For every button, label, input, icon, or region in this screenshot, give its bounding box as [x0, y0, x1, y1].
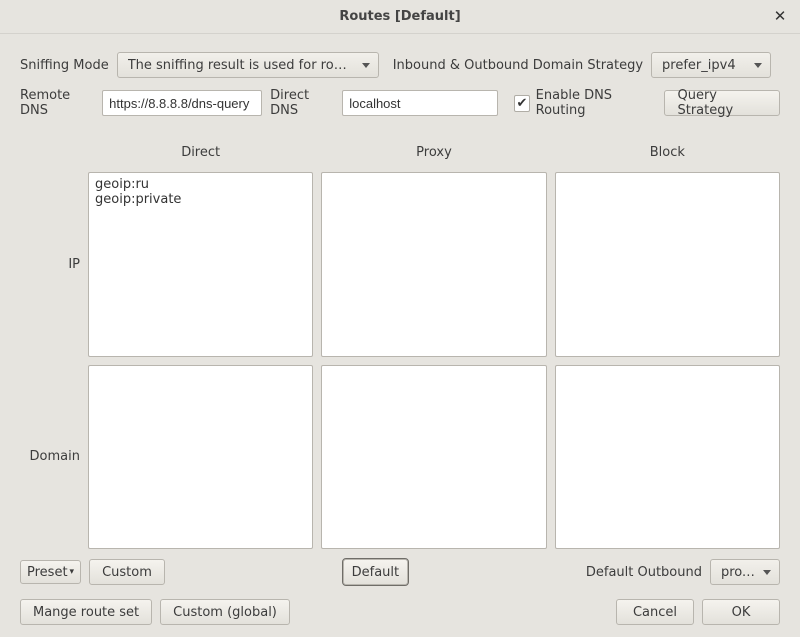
ok-button[interactable]: OK [702, 599, 780, 625]
ip-direct-textarea[interactable] [88, 172, 313, 357]
domain-block-textarea[interactable] [555, 365, 780, 550]
custom-button[interactable]: Custom [89, 559, 165, 585]
dialog-body: Sniffing Mode The sniffing result is use… [0, 34, 800, 637]
chevron-down-icon: ▾ [70, 567, 75, 577]
preset-label: Preset [27, 565, 68, 580]
manage-route-set-button[interactable]: Mange route set [20, 599, 152, 625]
window-title: Routes [Default] [339, 9, 460, 24]
column-header-direct: Direct [88, 145, 313, 160]
cancel-button[interactable]: Cancel [616, 599, 694, 625]
preset-button[interactable]: Preset▾ [20, 560, 81, 584]
chevron-down-icon [362, 63, 370, 68]
domain-strategy-value: prefer_ipv4 [662, 58, 736, 73]
enable-dns-routing-checkbox[interactable]: ✔ Enable DNS Routing [514, 88, 652, 118]
check-icon: ✔ [514, 95, 529, 112]
direct-dns-input[interactable] [342, 90, 498, 116]
sniffing-mode-select[interactable]: The sniffing result is used for routing [117, 52, 379, 78]
domain-strategy-select[interactable]: prefer_ipv4 [651, 52, 771, 78]
column-header-proxy: Proxy [321, 145, 546, 160]
row-header-ip: IP [68, 257, 80, 272]
custom-global-button[interactable]: Custom (global) [160, 599, 290, 625]
remote-dns-label: Remote DNS [20, 88, 94, 118]
row-dns: Remote DNS Direct DNS ✔ Enable DNS Routi… [20, 88, 780, 118]
row-actions: Mange route set Custom (global) Cancel O… [20, 599, 780, 625]
rules-grid: Direct Proxy Block IP Domain [20, 140, 780, 549]
row-sniffing: Sniffing Mode The sniffing result is use… [20, 52, 780, 78]
ip-block-textarea[interactable] [555, 172, 780, 357]
sniffing-mode-label: Sniffing Mode [20, 58, 109, 73]
domain-direct-textarea[interactable] [88, 365, 313, 550]
manage-route-set-label: Mange route set [33, 605, 139, 620]
route-settings-window: Routes [Default] ✕ Sniffing Mode The sni… [0, 0, 800, 637]
titlebar: Routes [Default] ✕ [0, 0, 800, 34]
default-label: Default [352, 565, 400, 580]
custom-global-label: Custom (global) [173, 605, 277, 620]
column-header-block: Block [555, 145, 780, 160]
ok-label: OK [732, 605, 751, 620]
default-outbound-select[interactable]: proxy [710, 559, 780, 585]
direct-dns-label: Direct DNS [270, 88, 334, 118]
chevron-down-icon [754, 63, 762, 68]
default-button[interactable]: Default [343, 559, 409, 585]
enable-dns-routing-label: Enable DNS Routing [536, 88, 653, 118]
row-header-domain: Domain [30, 449, 80, 464]
default-outbound-label: Default Outbound [586, 565, 702, 580]
default-outbound-value: proxy [721, 565, 755, 580]
cancel-label: Cancel [633, 605, 677, 620]
row-outbound: Preset▾ Custom Default Default Outbound … [20, 559, 780, 585]
domain-strategy-label: Inbound & Outbound Domain Strategy [393, 58, 643, 73]
query-strategy-button[interactable]: Query Strategy [664, 90, 780, 116]
close-icon[interactable]: ✕ [772, 8, 788, 24]
query-strategy-label: Query Strategy [677, 88, 767, 118]
remote-dns-input[interactable] [102, 90, 262, 116]
chevron-down-icon [763, 570, 771, 575]
ip-proxy-textarea[interactable] [321, 172, 546, 357]
domain-proxy-textarea[interactable] [321, 365, 546, 550]
sniffing-mode-value: The sniffing result is used for routing [128, 58, 354, 73]
custom-label: Custom [102, 565, 152, 580]
